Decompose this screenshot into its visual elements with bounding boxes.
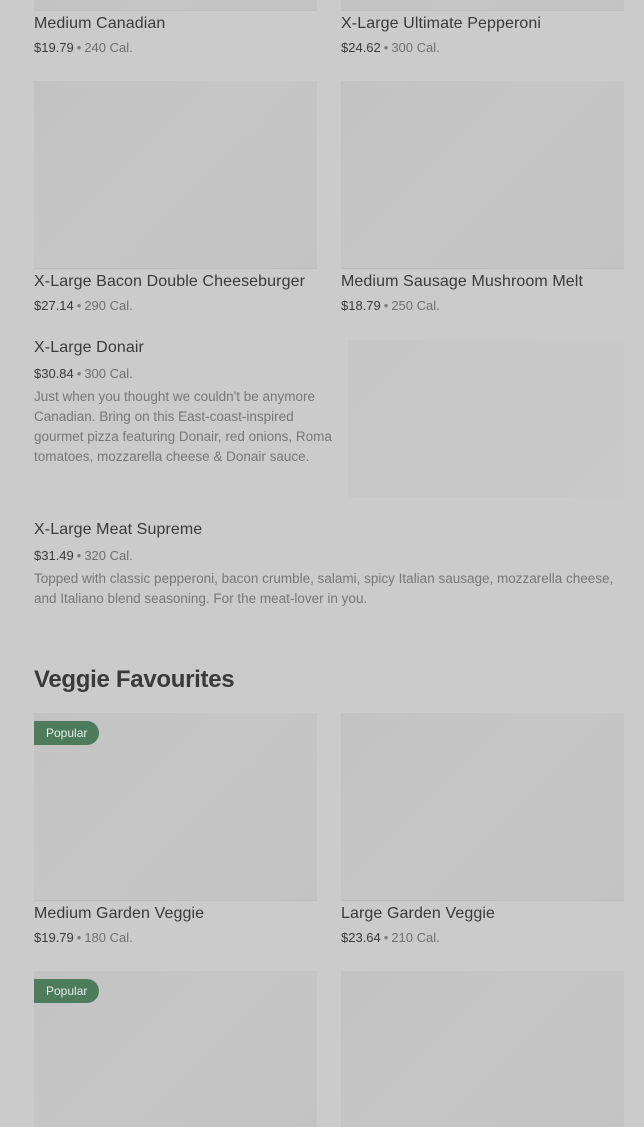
item-price: $18.79 — [341, 298, 381, 313]
item-price: $31.49 — [34, 548, 74, 563]
separator: • — [383, 298, 389, 313]
item-image-xl-ultimate-pepperoni[interactable] — [341, 0, 624, 11]
item-name[interactable]: X-Large Meat Supreme — [34, 521, 202, 539]
menu-page: Medium Canadian $19.79 • 240 Cal. X-Large … — [0, 0, 644, 1127]
item-name[interactable]: Large Garden Veggie — [341, 905, 495, 923]
item-image[interactable] — [341, 971, 624, 1127]
item-meta: $27.14 • 290 Cal. — [34, 298, 133, 313]
item-price: $24.62 — [341, 40, 381, 55]
item-name[interactable]: Medium Garden Veggie — [34, 905, 204, 923]
item-meta: $23.64 • 210 Cal. — [341, 930, 440, 945]
item-meta: $19.79 • 180 Cal. — [34, 930, 133, 945]
item-name[interactable]: Medium Sausage Mushroom Melt — [341, 273, 583, 291]
item-image-large-garden-veggie[interactable] — [341, 713, 624, 901]
item-price: $27.14 — [34, 298, 74, 313]
item-price: $30.84 — [34, 366, 74, 381]
item-calories: 290 Cal. — [84, 298, 133, 313]
item-calories: 300 Cal. — [84, 366, 133, 381]
separator: • — [383, 930, 389, 945]
item-price: $19.79 — [34, 40, 74, 55]
item-name[interactable]: X-Large Ultimate Pepperoni — [341, 15, 541, 33]
item-calories: 320 Cal. — [84, 548, 133, 563]
item-meta: $31.49 • 320 Cal. — [34, 548, 133, 563]
item-calories: 240 Cal. — [84, 40, 133, 55]
separator: • — [76, 40, 82, 55]
item-image-xl-donair[interactable] — [348, 340, 624, 497]
separator: • — [383, 40, 389, 55]
item-calories: 300 Cal. — [391, 40, 440, 55]
item-meta: $19.79 • 240 Cal. — [34, 40, 133, 55]
item-name[interactable]: X-Large Bacon Double Cheeseburger — [34, 273, 305, 291]
item-meta: $18.79 • 250 Cal. — [341, 298, 440, 313]
item-meta: $24.62 • 300 Cal. — [341, 40, 440, 55]
item-meta: $30.84 • 300 Cal. — [34, 366, 133, 381]
popular-badge: Popular — [34, 721, 100, 745]
item-description: Topped with classic pepperoni, bacon cru… — [34, 571, 614, 606]
separator: • — [76, 930, 82, 945]
item-price: $19.79 — [34, 930, 74, 945]
item-price: $23.64 — [341, 930, 381, 945]
item-name[interactable]: Medium Canadian — [34, 15, 165, 33]
item-calories: 210 Cal. — [391, 930, 440, 945]
section-title: Veggie Favourites — [34, 666, 235, 693]
item-description: Just when you thought we couldn't be any… — [34, 389, 332, 464]
item-name[interactable]: X-Large Donair — [34, 339, 144, 357]
separator: • — [76, 298, 82, 313]
separator: • — [76, 548, 82, 563]
item-calories: 250 Cal. — [391, 298, 440, 313]
item-calories: 180 Cal. — [84, 930, 133, 945]
popular-badge: Popular — [34, 979, 100, 1003]
item-image-xl-bacon-double-cheeseburger[interactable] — [34, 81, 317, 269]
separator: • — [76, 366, 82, 381]
item-image-medium-sausage-mushroom-melt[interactable] — [341, 81, 624, 269]
item-image-medium-canadian[interactable] — [34, 0, 317, 11]
